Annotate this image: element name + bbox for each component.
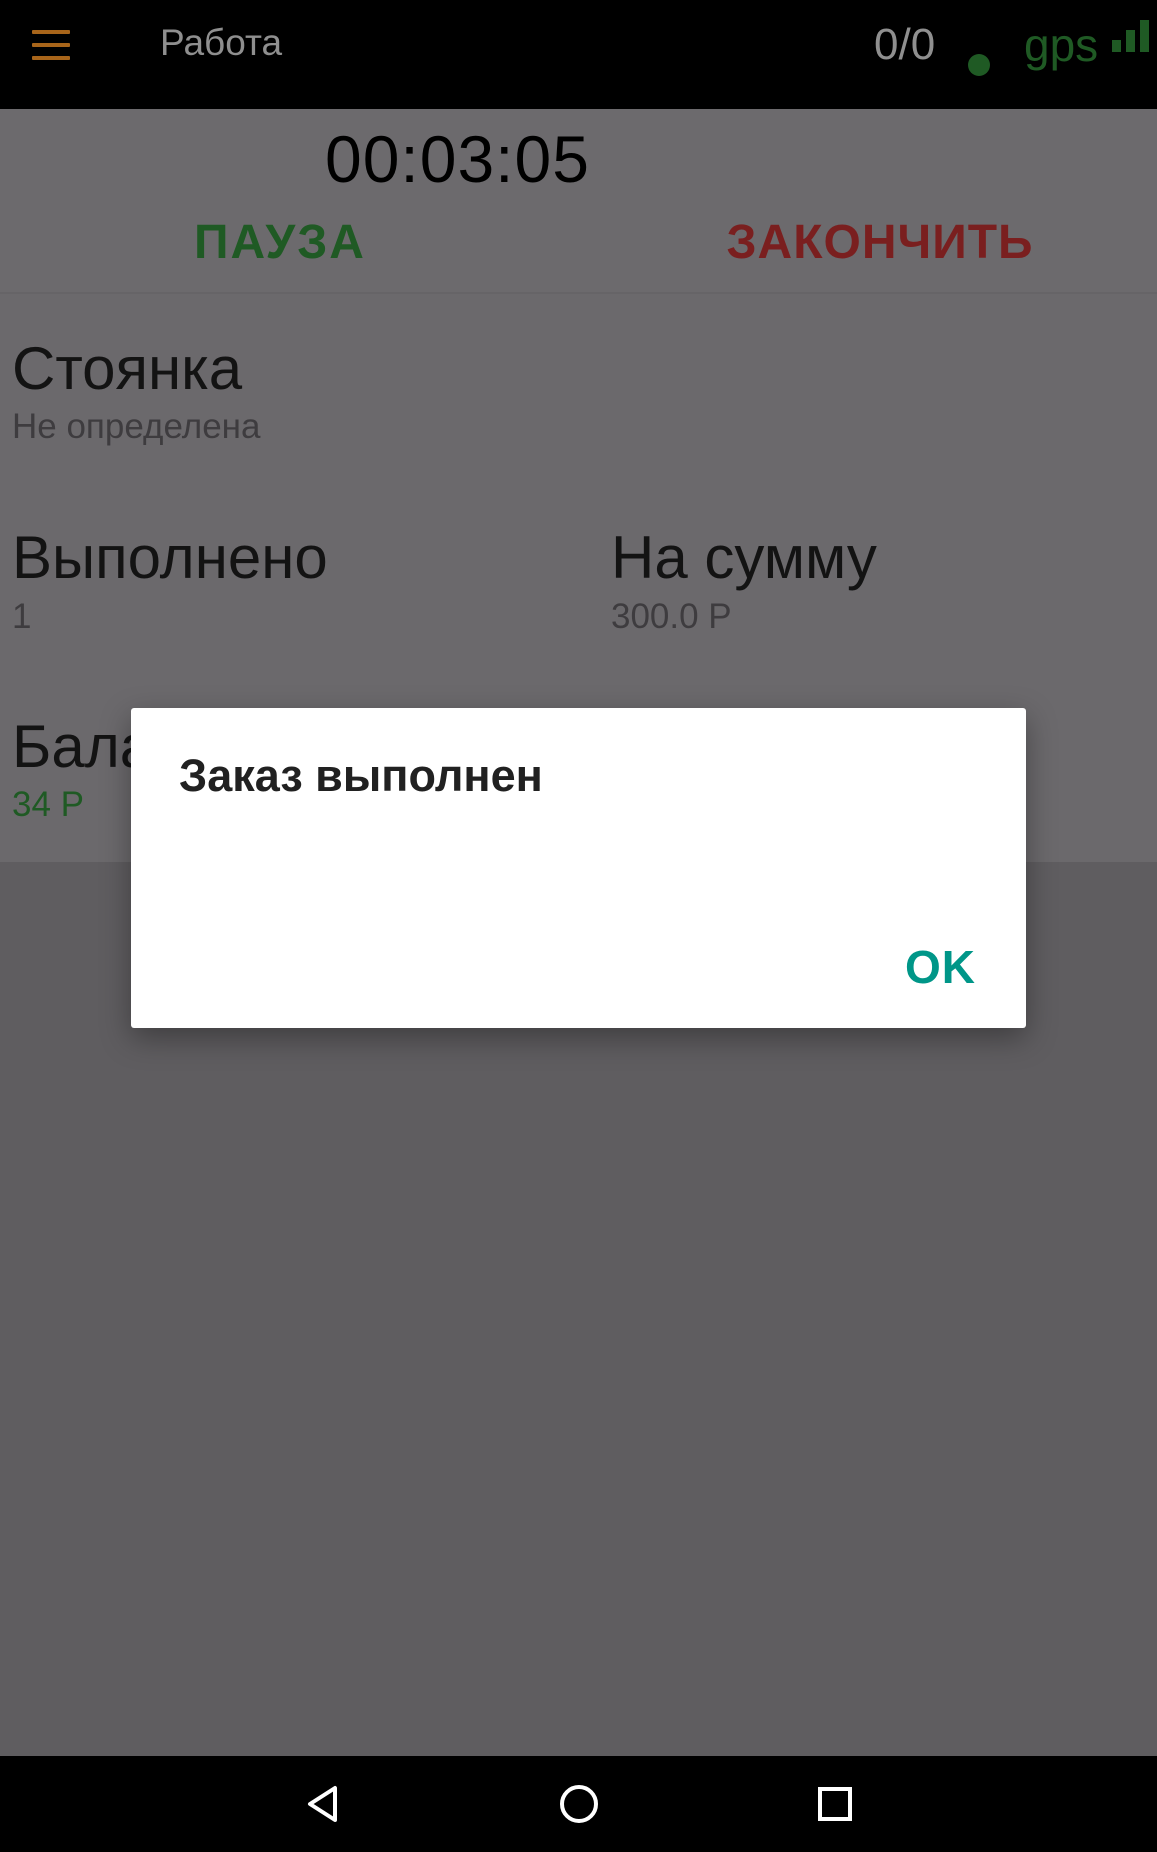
shift-timer: 00:03:05 <box>325 122 590 196</box>
order-counter: 0/0 <box>874 20 936 69</box>
ok-button[interactable]: OK <box>905 940 976 994</box>
system-navigation-bar <box>0 1756 1157 1852</box>
app-title: Работа <box>160 22 283 63</box>
pause-button[interactable]: ПАУЗА <box>170 215 390 285</box>
completed-label: Выполнено <box>12 524 328 591</box>
amount-value: 300.0 Р <box>611 597 732 636</box>
top-app-bar: Работа 0/0 gps <box>0 0 1157 109</box>
parking-label: Стоянка <box>12 335 243 402</box>
dialog-title: Заказ выполнен <box>179 750 543 801</box>
recents-square-icon[interactable] <box>813 1782 857 1826</box>
completed-value: 1 <box>12 597 32 636</box>
gps-status-dot-icon <box>968 54 990 76</box>
amount-label: На сумму <box>611 524 877 591</box>
order-completed-dialog: Заказ выполнен OK <box>131 708 1026 1028</box>
parking-value: Не определена <box>12 407 261 446</box>
balance-value: 34 Р <box>12 785 84 824</box>
gps-label: gps <box>1024 19 1099 71</box>
home-circle-icon[interactable] <box>557 1782 601 1826</box>
back-triangle-icon[interactable] <box>302 1782 346 1826</box>
hamburger-menu-icon[interactable] <box>32 30 70 60</box>
timer-panel: 00:03:05 ПАУЗА ЗАКОНЧИТЬ <box>0 109 1157 294</box>
finish-button[interactable]: ЗАКОНЧИТЬ <box>700 215 1060 285</box>
signal-strength-icon <box>1112 20 1157 52</box>
